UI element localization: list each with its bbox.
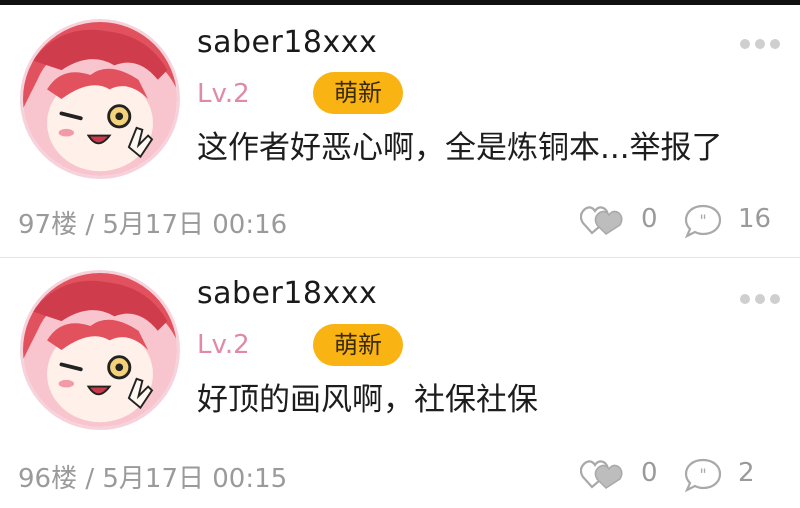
like-count: 0 bbox=[641, 458, 658, 488]
avatar-image bbox=[23, 273, 177, 427]
floor-and-time: 96楼 / 5月17日 00:15 bbox=[18, 464, 288, 494]
user-level: Lv.2 bbox=[197, 330, 250, 360]
quote-reply-icon[interactable]: " bbox=[683, 203, 723, 239]
user-badge: 萌新 bbox=[313, 324, 403, 366]
reply-count: 16 bbox=[738, 204, 772, 234]
avatar-image bbox=[23, 22, 177, 176]
avatar[interactable] bbox=[20, 270, 180, 430]
dot bbox=[770, 39, 780, 49]
svg-text:": " bbox=[699, 465, 706, 484]
username[interactable]: saber18xxx bbox=[197, 276, 377, 311]
more-dots-icon[interactable] bbox=[740, 293, 780, 305]
floor-and-time: 97楼 / 5月17日 00:16 bbox=[18, 210, 288, 240]
like-count: 0 bbox=[641, 204, 658, 234]
comment-text: 好顶的画风啊，社保社保 bbox=[197, 382, 538, 418]
comment-item: saber18xxx Lv.2 萌新 好顶的画风啊，社保社保 96楼 / 5月1… bbox=[0, 258, 800, 508]
heart-like-icon[interactable] bbox=[580, 203, 624, 237]
dot bbox=[755, 294, 765, 304]
comment-text: 这作者好恶心啊，全是炼铜本...举报了 bbox=[197, 130, 723, 166]
heart-like-icon[interactable] bbox=[580, 457, 624, 491]
dot bbox=[740, 294, 750, 304]
avatar[interactable] bbox=[20, 19, 180, 179]
quote-reply-icon[interactable]: " bbox=[683, 457, 723, 493]
more-dots-icon[interactable] bbox=[740, 38, 780, 50]
dot bbox=[755, 39, 765, 49]
svg-text:": " bbox=[699, 211, 706, 230]
username[interactable]: saber18xxx bbox=[197, 25, 377, 60]
dot bbox=[770, 294, 780, 304]
dot bbox=[740, 39, 750, 49]
reply-count: 2 bbox=[738, 458, 755, 488]
user-level: Lv.2 bbox=[197, 79, 250, 109]
comment-item: saber18xxx Lv.2 萌新 这作者好恶心啊，全是炼铜本...举报了 9… bbox=[0, 5, 800, 255]
user-badge: 萌新 bbox=[313, 72, 403, 114]
